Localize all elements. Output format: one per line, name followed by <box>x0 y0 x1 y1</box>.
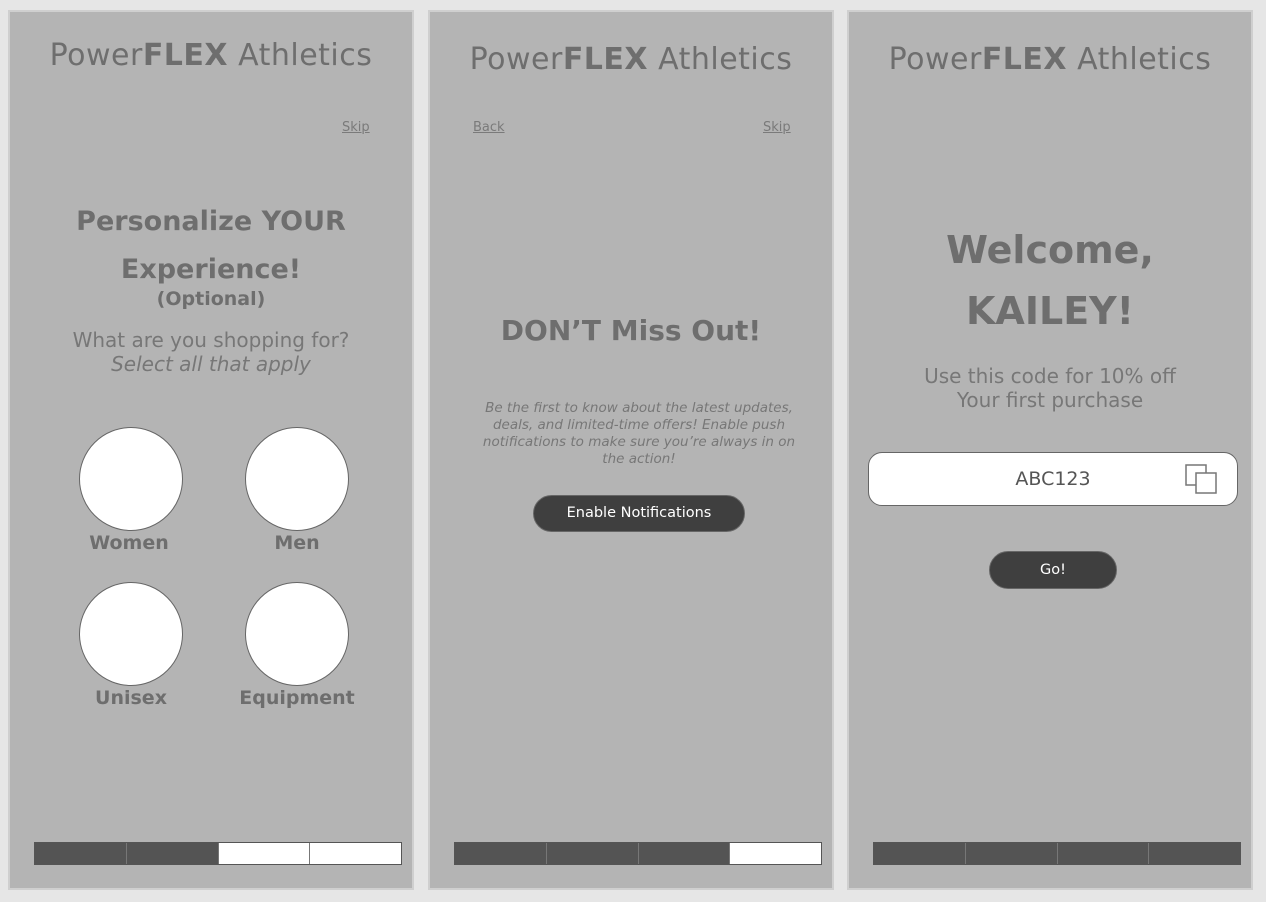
page-title: DON’T Miss Out! <box>500 314 762 347</box>
choice-equipment-label: Equipment <box>239 687 355 709</box>
notification-description: Be the first to know about the latest up… <box>482 400 796 467</box>
discount-text: Use this code for 10% off <box>924 364 1176 388</box>
optional-label: (Optional) <box>156 288 266 310</box>
welcome-title: Welcome, KAILEY! <box>946 228 1154 333</box>
choice-equipment-button[interactable] <box>245 582 349 686</box>
choice-unisex-button[interactable] <box>79 582 183 686</box>
enable-notifications-button[interactable]: Enable Notifications <box>533 495 745 532</box>
back-link[interactable]: Back <box>473 120 505 135</box>
page-title: Personalize YOUR Experience! <box>76 206 346 285</box>
progress-segment <box>546 843 639 864</box>
onboarding-screen-notifications: PowerFLEX Athletics Back Skip DON’T Miss… <box>428 10 834 890</box>
promo-code-value: ABC123 <box>1015 468 1091 490</box>
progress-segment <box>35 843 127 864</box>
progress-segment <box>455 843 547 864</box>
skip-link[interactable]: Skip <box>342 120 370 135</box>
progress-segment <box>126 843 219 864</box>
skip-link[interactable]: Skip <box>763 120 791 135</box>
progress-segment <box>874 843 966 864</box>
go-button[interactable]: Go! <box>989 551 1117 589</box>
progress-segment <box>310 843 401 864</box>
brand-logo: PowerFLEX Athletics <box>888 42 1212 77</box>
choice-women-label: Women <box>89 532 169 554</box>
copy-icon[interactable] <box>1184 463 1218 497</box>
progress-segment <box>1149 843 1240 864</box>
choice-unisex-label: Unisex <box>95 687 167 709</box>
onboarding-progress-bar <box>873 842 1241 865</box>
progress-segment <box>730 843 821 864</box>
instruction-text: Select all that apply <box>111 352 311 376</box>
onboarding-progress-bar <box>454 842 822 865</box>
progress-segment <box>218 843 311 864</box>
onboarding-screen-personalize: PowerFLEX Athletics Skip Personalize YOU… <box>8 10 414 890</box>
onboarding-progress-bar <box>34 842 402 865</box>
promo-code-box: ABC123 <box>868 452 1238 506</box>
choice-men-label: Men <box>274 532 320 554</box>
progress-segment <box>1057 843 1150 864</box>
progress-segment <box>965 843 1058 864</box>
choice-women-button[interactable] <box>79 427 183 531</box>
progress-segment <box>638 843 731 864</box>
question-text: What are you shopping for? <box>72 328 350 352</box>
brand-logo: PowerFLEX Athletics <box>469 42 793 77</box>
brand-logo: PowerFLEX Athletics <box>49 38 373 73</box>
first-purchase-text: Your first purchase <box>956 388 1144 412</box>
choice-men-button[interactable] <box>245 427 349 531</box>
onboarding-screen-welcome: PowerFLEX Athletics Welcome, KAILEY! Use… <box>847 10 1253 890</box>
